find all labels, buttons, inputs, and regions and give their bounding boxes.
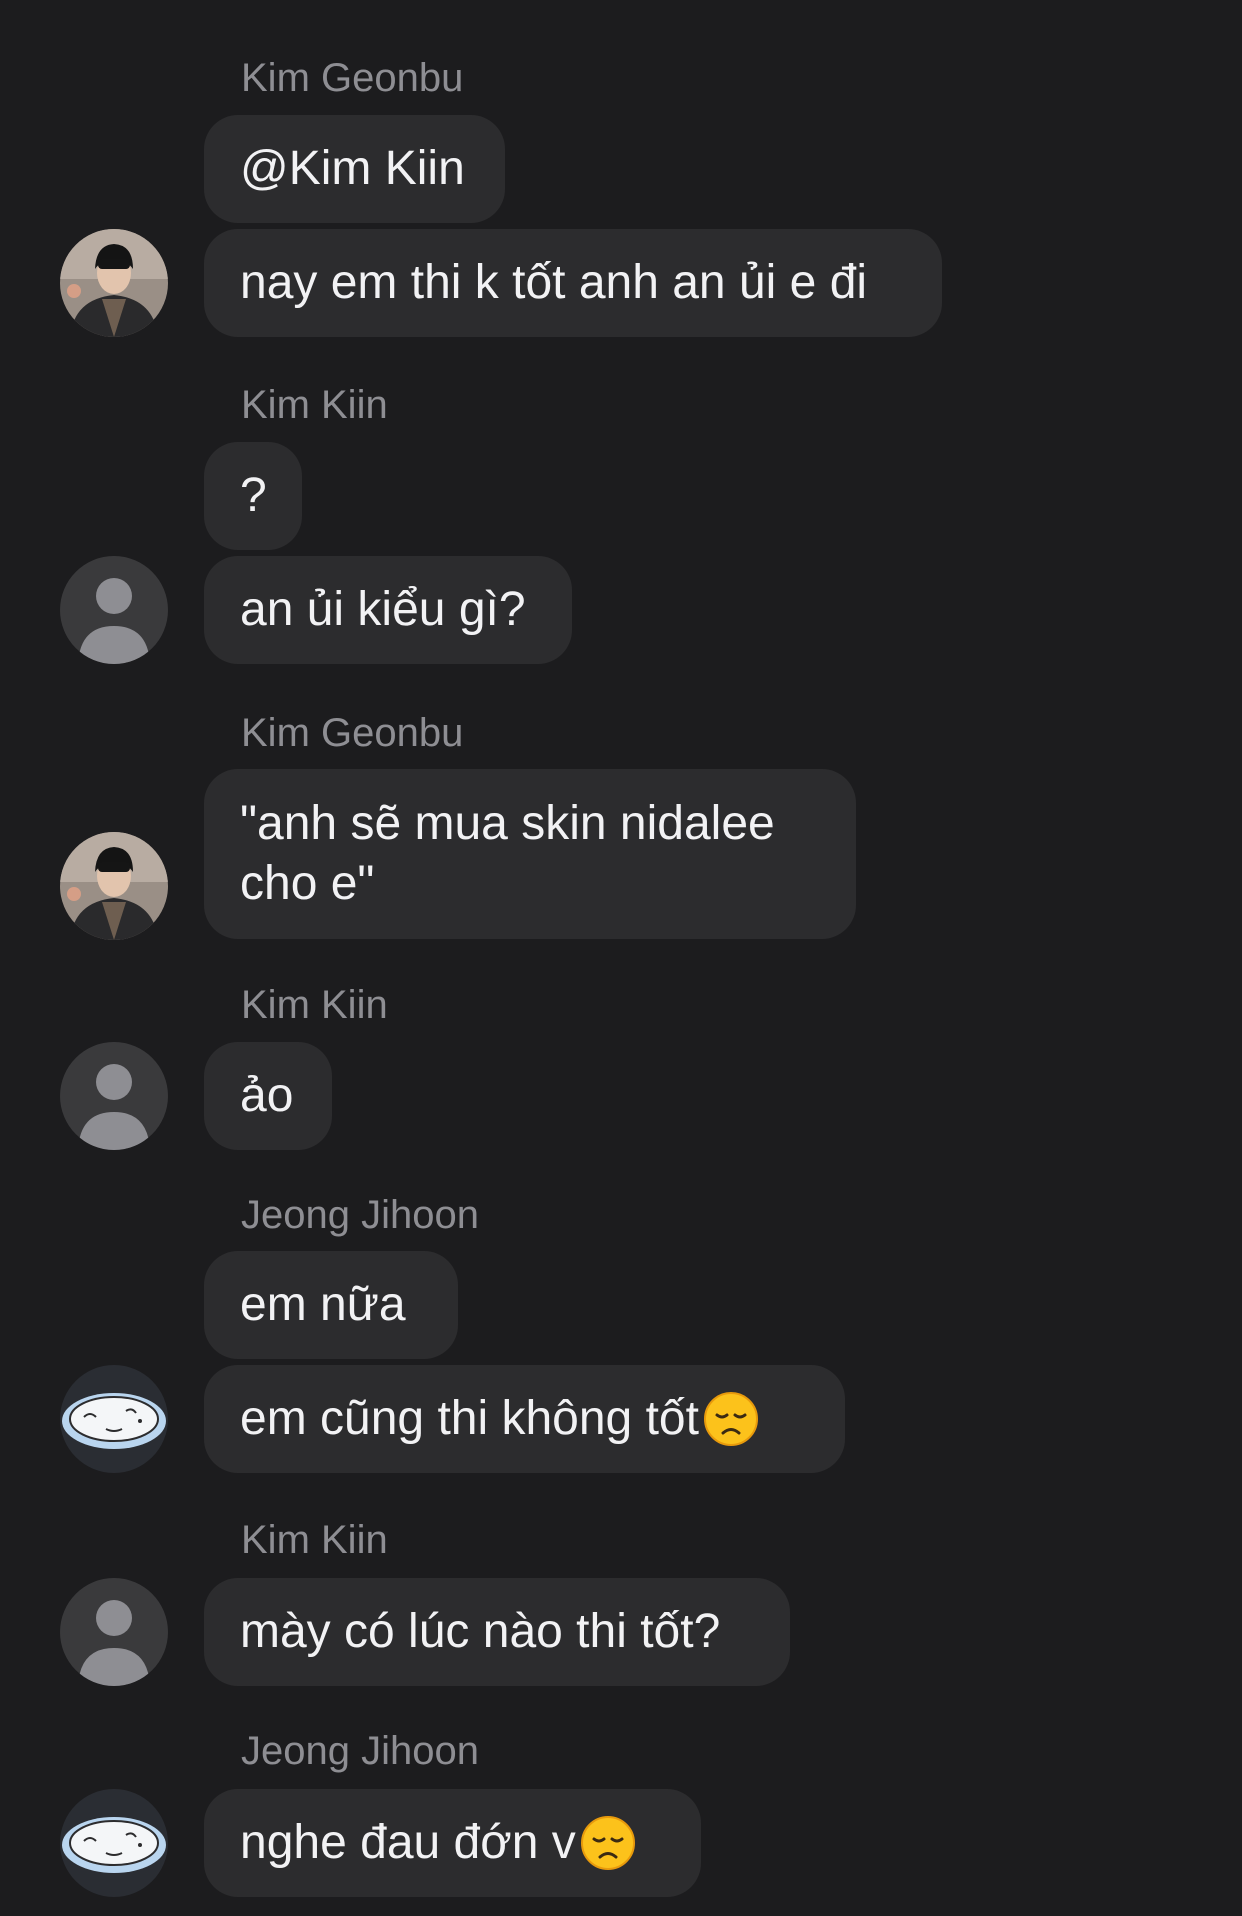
sender-name: Jeong Jihoon — [241, 1729, 479, 1773]
message-bubble[interactable]: ảo — [204, 1042, 332, 1150]
message-bubble[interactable]: nay em thi k tốt anh an ủi e đi — [204, 229, 942, 337]
avatar-kim-geonbu[interactable] — [60, 229, 168, 337]
sender-name: Kim Kiin — [241, 983, 388, 1027]
message-text: em nữa — [240, 1278, 406, 1331]
avatar-jeong-jihoon[interactable] — [60, 1789, 168, 1897]
avatar-kim-kiin[interactable] — [60, 556, 168, 664]
message-bubble[interactable]: nghe đau đớn v — [204, 1789, 701, 1897]
avatar-kim-kiin[interactable] — [60, 1042, 168, 1150]
message-bubble[interactable]: an ủi kiểu gì? — [204, 556, 572, 664]
message-text: nay em thi k tốt anh an ủi e đi — [240, 256, 868, 309]
message-text: mày có lúc nào thi tốt? — [240, 1605, 721, 1658]
message-bubble[interactable]: ? — [204, 442, 302, 550]
message-text-line: cho e" — [240, 857, 375, 910]
sender-name: Kim Geonbu — [241, 711, 464, 755]
sender-name: Jeong Jihoon — [241, 1193, 479, 1237]
default-person-icon — [60, 556, 168, 664]
avatar-kim-kiin[interactable] — [60, 1578, 168, 1686]
message-bubble[interactable]: mày có lúc nào thi tốt? — [204, 1578, 790, 1686]
message-text: ? — [240, 469, 267, 522]
disappointed-face-icon — [580, 1816, 635, 1870]
photo-avatar-icon — [60, 832, 168, 940]
avatar-kim-geonbu[interactable] — [60, 832, 168, 940]
avatar-jeong-jihoon[interactable] — [60, 1365, 168, 1473]
default-person-icon — [60, 1042, 168, 1150]
message-text: em cũng thi không tốt — [240, 1392, 699, 1445]
photo-avatar-icon — [60, 229, 168, 337]
message-bubble[interactable]: @Kim Kiin — [204, 115, 505, 223]
message-text: ảo — [240, 1069, 294, 1122]
message-bubble[interactable]: "anh sẽ mua skin nidalee cho e" — [204, 769, 856, 939]
sender-name: Kim Geonbu — [241, 56, 464, 100]
message-text: nghe đau đớn v — [240, 1816, 576, 1869]
sender-name: Kim Kiin — [241, 1518, 388, 1562]
message-bubble[interactable]: em nữa — [204, 1251, 458, 1359]
message-bubble[interactable]: em cũng thi không tốt — [204, 1365, 845, 1473]
message-text: @Kim Kiin — [240, 142, 465, 195]
message-text-line: "anh sẽ mua skin nidalee — [240, 797, 775, 850]
sender-name: Kim Kiin — [241, 383, 388, 427]
cartoon-egg-icon — [60, 1789, 168, 1897]
disappointed-face-icon — [703, 1392, 758, 1446]
message-text: an ủi kiểu gì? — [240, 583, 526, 636]
cartoon-egg-icon — [60, 1365, 168, 1473]
default-person-icon — [60, 1578, 168, 1686]
